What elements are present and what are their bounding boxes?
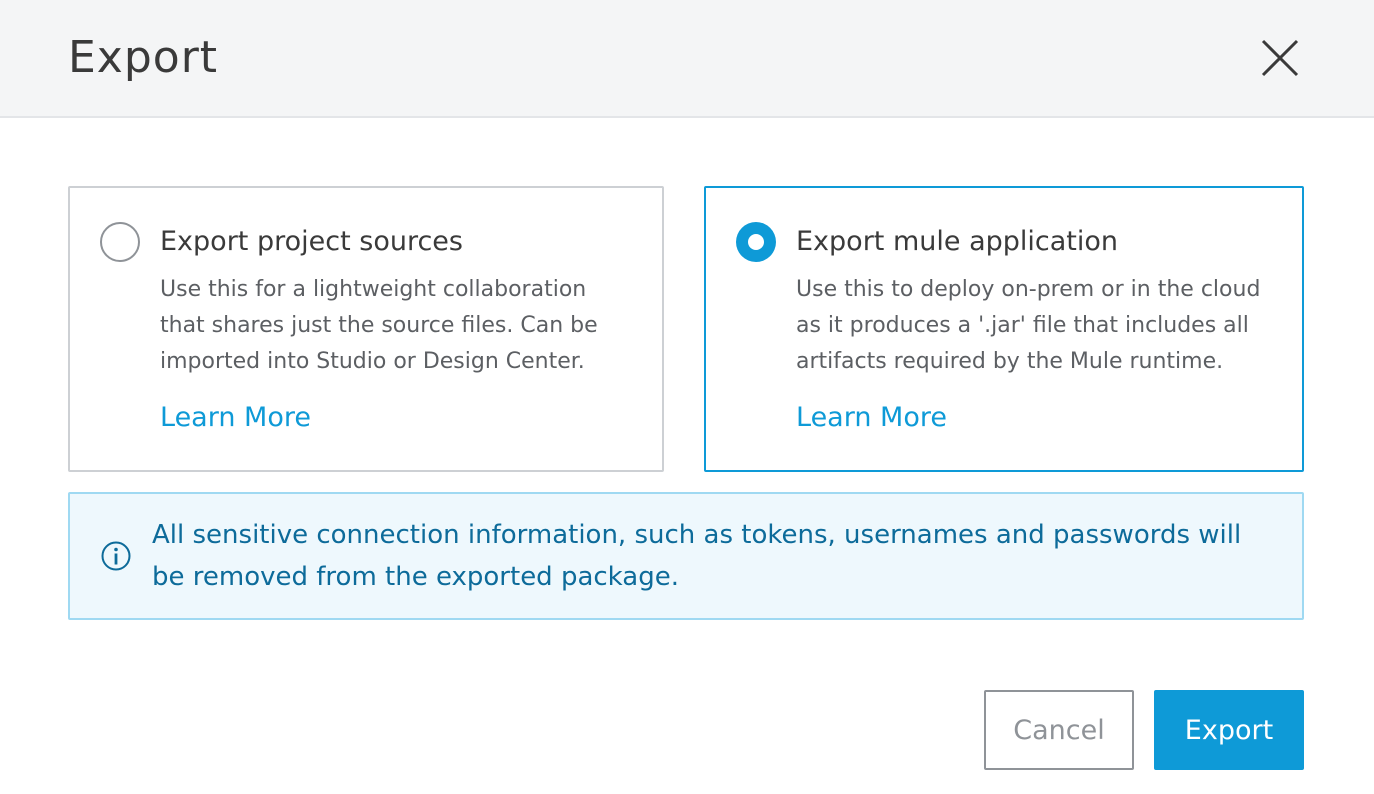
close-icon[interactable]: [1255, 33, 1305, 83]
option-card-mule-application[interactable]: Export mule application Use this to depl…: [704, 186, 1304, 472]
learn-more-link[interactable]: Learn More: [160, 400, 311, 436]
dialog-header: Export: [0, 0, 1374, 118]
dialog-title: Export: [68, 32, 219, 83]
option-card-project-sources[interactable]: Export project sources Use this for a li…: [68, 186, 664, 472]
info-banner: All sensitive connection information, su…: [68, 492, 1304, 620]
cancel-button[interactable]: Cancel: [984, 690, 1134, 770]
option-description: Use this for a lightweight collaboration…: [160, 277, 598, 374]
option-description: Use this to deploy on-prem or in the clo…: [796, 277, 1261, 374]
option-title: Export mule application: [796, 226, 1119, 257]
export-dialog: Export Export project sources Use this f…: [0, 0, 1374, 794]
info-icon: [100, 540, 132, 572]
learn-more-link[interactable]: Learn More: [796, 400, 947, 436]
radio-project-sources[interactable]: [100, 222, 140, 262]
info-text: All sensitive connection information, su…: [152, 520, 1242, 592]
option-title: Export project sources: [160, 226, 463, 257]
radio-mule-application[interactable]: [736, 222, 776, 262]
export-button[interactable]: Export: [1154, 690, 1304, 770]
